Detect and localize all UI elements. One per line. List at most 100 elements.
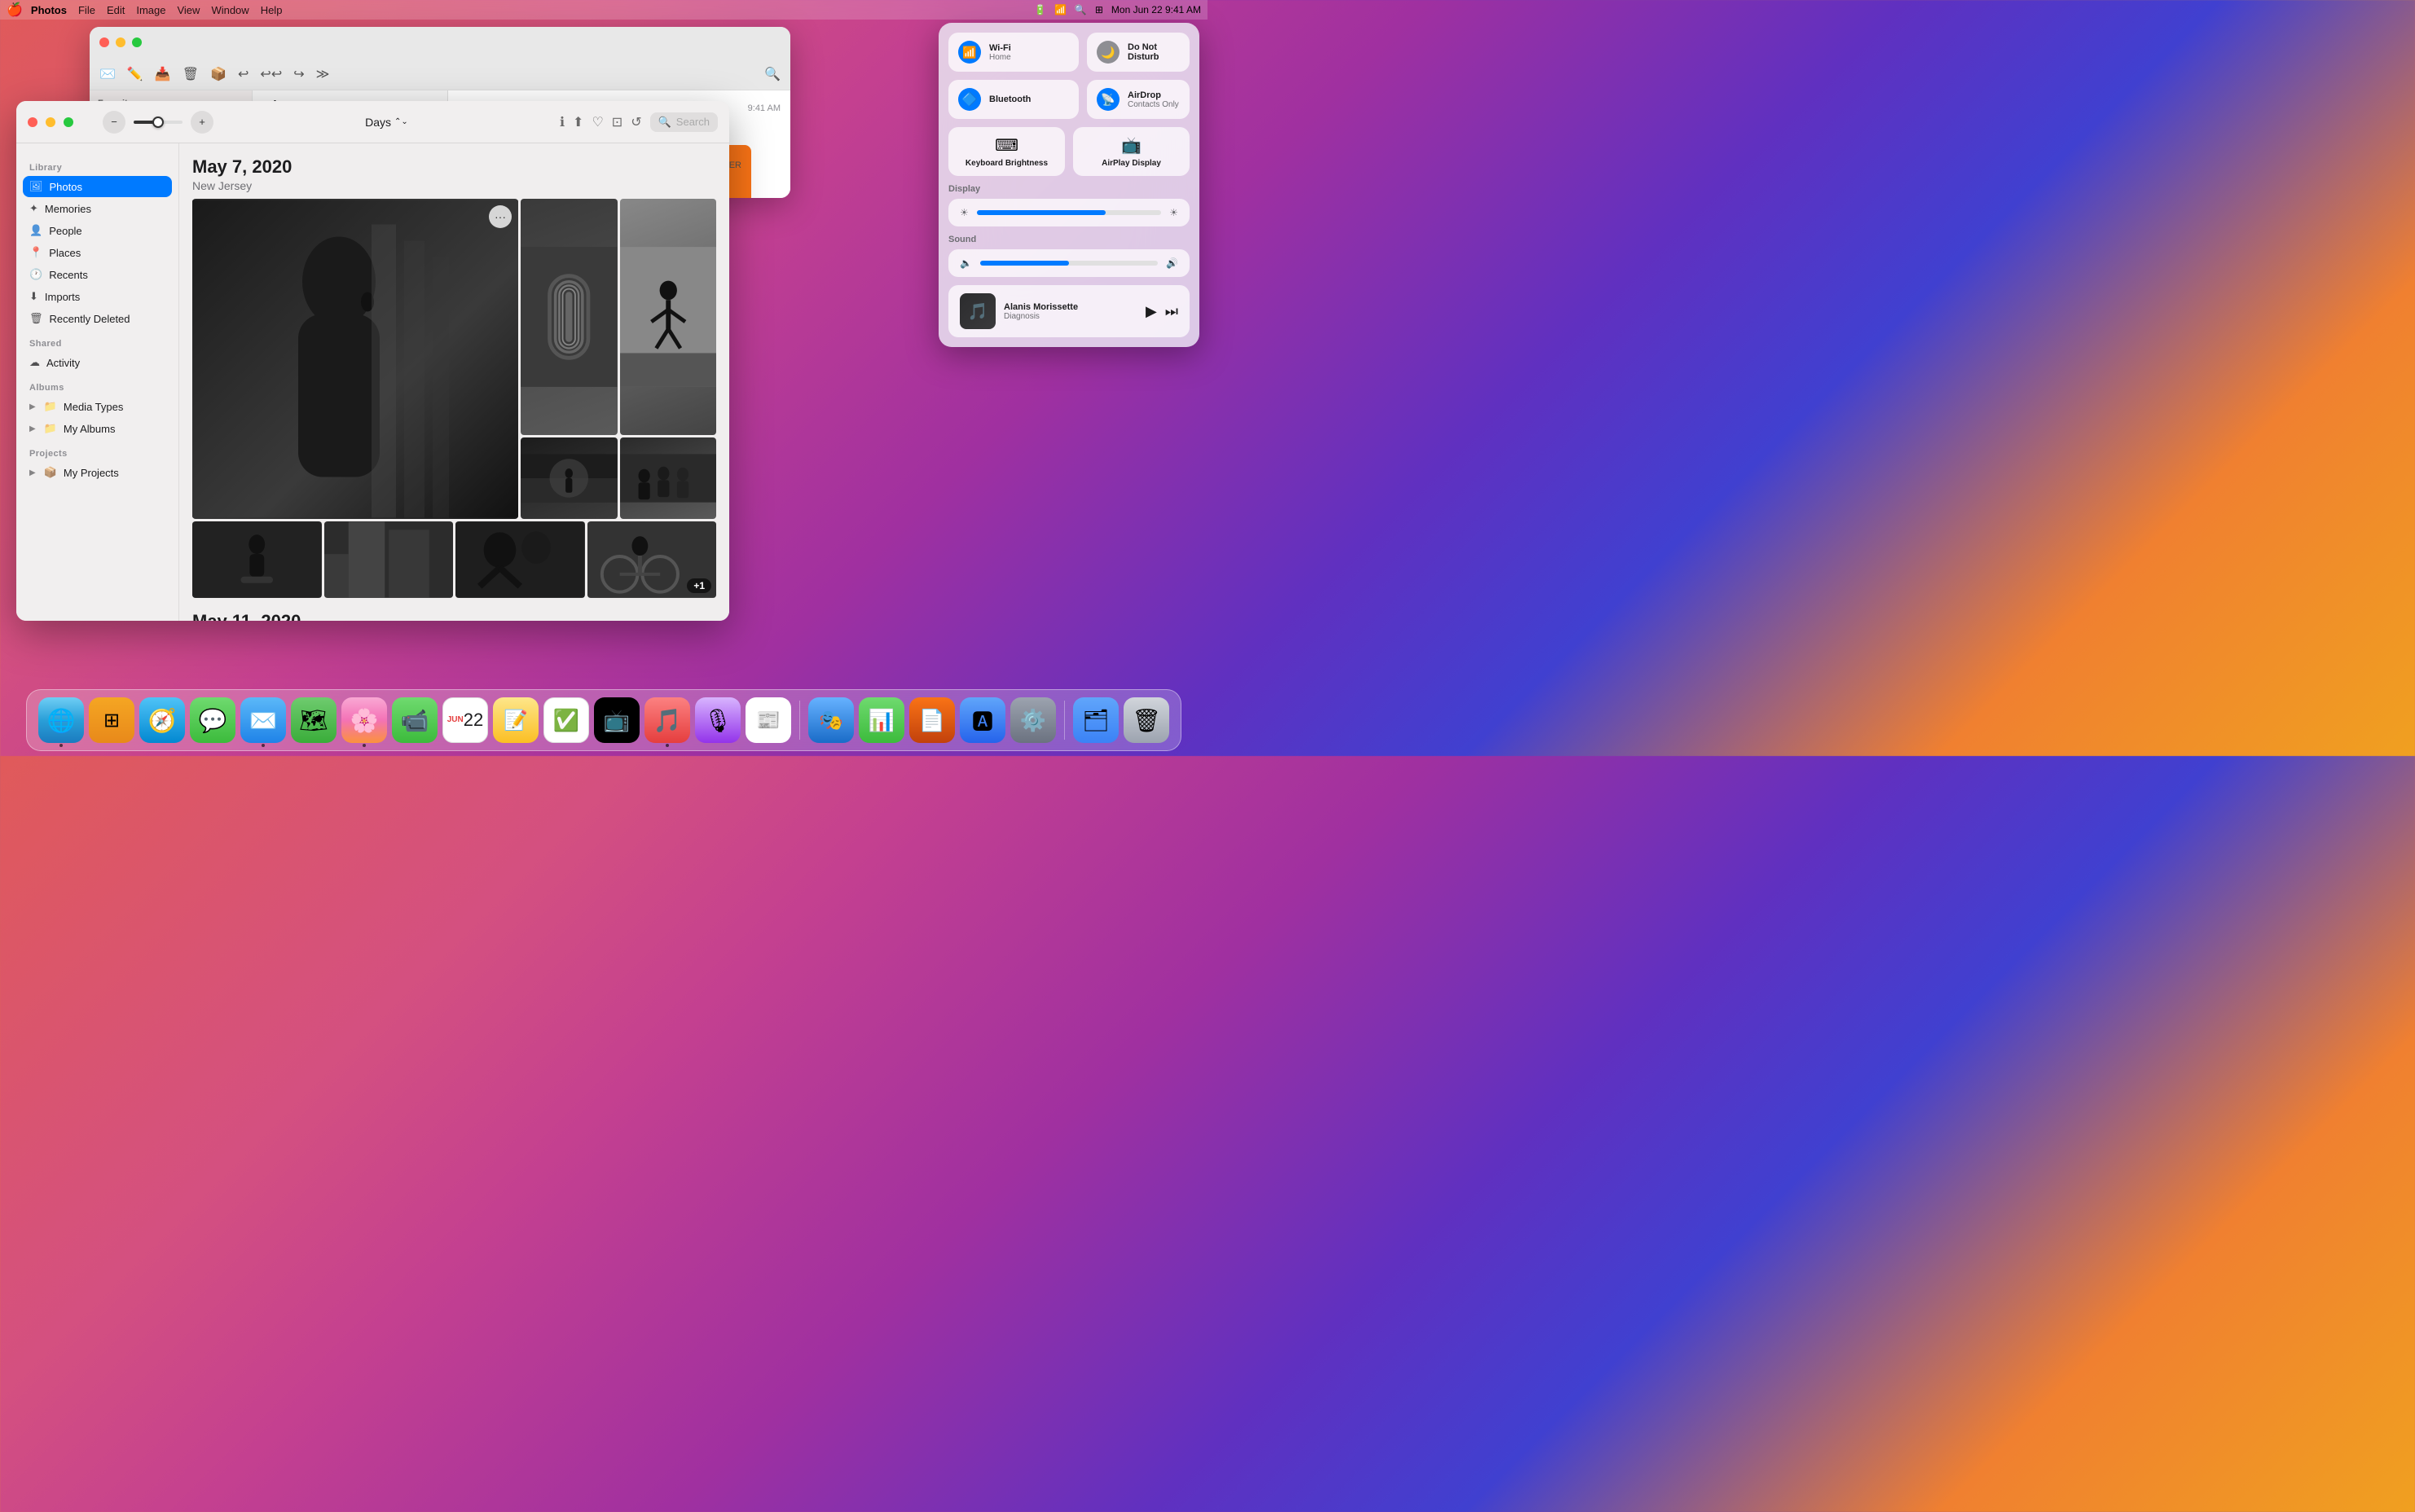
photo-thumb[interactable]	[455, 521, 585, 598]
apple-menu[interactable]: 🍎	[7, 2, 23, 18]
share-icon[interactable]: ⬆	[573, 114, 583, 130]
menu-view[interactable]: View	[177, 4, 200, 16]
mail-replyall-icon[interactable]: ↩↩	[260, 66, 282, 82]
dock-icon-files[interactable]: 🗂	[1073, 697, 1119, 743]
mail-move-icon[interactable]: 📦	[210, 66, 227, 82]
photos-minimize-button[interactable]	[46, 117, 55, 127]
dock-icon-messages[interactable]: 💬	[190, 697, 235, 743]
delete-icon[interactable]: ⊡	[612, 114, 622, 130]
menu-file[interactable]: File	[78, 4, 95, 16]
cc-dnd-tile[interactable]: 🌙 Do Not Disturb	[1087, 33, 1190, 72]
dock-icon-mail[interactable]: ✉️	[240, 697, 286, 743]
dock-icon-facetime[interactable]: 📹	[392, 697, 438, 743]
rotate-icon[interactable]: ↺	[631, 114, 641, 130]
dock-icon-reminders[interactable]: ✅	[543, 697, 589, 743]
close-button[interactable]	[99, 37, 109, 47]
menu-image[interactable]: Image	[136, 4, 165, 16]
skip-forward-button[interactable]: ⏭	[1165, 303, 1178, 320]
sidebar-item-my-projects[interactable]: ▶ 📦 My Projects	[23, 462, 172, 483]
zoom-in-button[interactable]: +	[191, 111, 213, 134]
cc-bluetooth-tile[interactable]: 🔷 Bluetooth	[948, 80, 1079, 119]
search-icon[interactable]: 🔍	[1075, 4, 1087, 15]
cc-airdrop-tile[interactable]: 📡 AirDrop Contacts Only	[1087, 80, 1190, 119]
photo-thumb[interactable]	[192, 521, 322, 598]
mail-forward-icon[interactable]: ↪	[293, 66, 304, 82]
minimize-button[interactable]	[116, 37, 125, 47]
favorite-icon[interactable]: ♡	[592, 114, 603, 130]
photos-close-button[interactable]	[28, 117, 37, 127]
sidebar-imports-label: Imports	[45, 291, 80, 303]
photo-thumb[interactable]	[324, 521, 454, 598]
sidebar-item-imports[interactable]: ⬇ Imports	[23, 286, 172, 307]
sidebar-item-activity[interactable]: ☁ Activity	[23, 352, 172, 373]
zoom-slider-row	[134, 121, 183, 124]
play-button[interactable]: ▶	[1146, 303, 1157, 320]
sidebar-item-recently-deleted[interactable]: 🗑 Recently Deleted	[23, 308, 172, 329]
mail-reply-icon[interactable]: ↩	[238, 66, 249, 82]
days-selector[interactable]: Days ⌃⌄	[365, 116, 408, 129]
dock-icon-launchpad[interactable]: ⊞	[89, 697, 134, 743]
brightness-slider[interactable]	[977, 210, 1161, 215]
photo-thumb[interactable]: ···	[192, 199, 518, 519]
photo-group-date-2: May 11, 2020	[192, 611, 716, 621]
dock-icon-trash[interactable]: 🗑	[1124, 697, 1169, 743]
display-slider-row: ☀ ☀	[948, 199, 1190, 226]
photo-ellipsis-btn[interactable]: ···	[489, 205, 512, 228]
sidebar-item-memories[interactable]: ✦ Memories	[23, 198, 172, 219]
search-icon: 🔍	[658, 116, 671, 129]
dock-icon-news[interactable]: 📰	[746, 697, 791, 743]
mail-search-icon[interactable]: 🔍	[764, 66, 781, 82]
sidebar-item-people[interactable]: 👤 People	[23, 220, 172, 241]
controlcenter-icon[interactable]: ⊞	[1095, 4, 1103, 15]
info-icon[interactable]: ℹ	[560, 114, 565, 130]
photo-thumb[interactable]	[521, 199, 618, 435]
sidebar-item-places[interactable]: 📍 Places	[23, 242, 172, 263]
menu-window[interactable]: Window	[211, 4, 249, 16]
dock-icon-appletv[interactable]: 📺	[594, 697, 640, 743]
dock-icon-appstore[interactable]: 🅰	[960, 697, 1005, 743]
sidebar-item-media-types[interactable]: ▶ 📁 Media Types	[23, 396, 172, 417]
dock-icon-calendar[interactable]: JUN 22	[442, 697, 488, 743]
dock-icon-system-preferences[interactable]: ⚙️	[1010, 697, 1056, 743]
music-album-art: 🎵	[960, 293, 996, 329]
dock-icon-numbers[interactable]: 📊	[859, 697, 904, 743]
volume-slider[interactable]	[980, 261, 1158, 266]
photo-thumb[interactable]: +1	[587, 521, 717, 598]
dock-icon-notes[interactable]: 📝	[493, 697, 539, 743]
app-name[interactable]: Photos	[31, 4, 67, 16]
menu-edit[interactable]: Edit	[107, 4, 125, 16]
menu-help[interactable]: Help	[261, 4, 283, 16]
dock-icon-keynote[interactable]: 🎭	[808, 697, 854, 743]
mail-delete-icon[interactable]: 🗑	[183, 66, 199, 82]
dock-icon-safari[interactable]: 🧭	[139, 697, 185, 743]
cc-wifi-tile[interactable]: 📶 Wi-Fi Home	[948, 33, 1079, 72]
fullscreen-button[interactable]	[132, 37, 142, 47]
photos-fullscreen-button[interactable]	[64, 117, 73, 127]
dock-icon-finder[interactable]: 🌐	[38, 697, 84, 743]
dock-icon-podcasts[interactable]: 🎙	[695, 697, 741, 743]
mail-archive-icon[interactable]: 📥	[155, 66, 171, 82]
zoom-slider[interactable]	[134, 121, 183, 124]
cc-airplay-tile[interactable]: 📺 AirPlay Display	[1073, 127, 1190, 176]
mail-compose-icon[interactable]: ✉️	[99, 66, 116, 82]
sidebar-item-photos[interactable]: 🖼 Photos	[23, 176, 172, 197]
airdrop-label: AirDrop	[1128, 90, 1179, 100]
dock-icon-photos[interactable]: 🌸	[341, 697, 387, 743]
photo-thumb[interactable]	[620, 199, 717, 435]
photo-thumb[interactable]	[521, 437, 618, 519]
sidebar-item-recents[interactable]: 🕐 Recents	[23, 264, 172, 285]
cc-keyboard-tile[interactable]: ⌨ Keyboard Brightness	[948, 127, 1065, 176]
wifi-icon[interactable]: 📶	[1054, 4, 1067, 15]
dock-icon-music[interactable]: 🎵	[644, 697, 690, 743]
battery-icon[interactable]: 🔋	[1034, 4, 1046, 15]
sidebar-item-my-albums[interactable]: ▶ 📁 My Albums	[23, 418, 172, 439]
sidebar-memories-label: Memories	[45, 203, 91, 215]
photo-thumb[interactable]	[620, 437, 717, 519]
mail-new-icon[interactable]: ✏️	[127, 66, 143, 82]
mail-more-icon[interactable]: ≫	[316, 66, 330, 82]
zoom-out-button[interactable]: −	[103, 111, 125, 134]
dock-icon-maps[interactable]: 🗺	[291, 697, 337, 743]
search-bar[interactable]: 🔍 Search	[650, 112, 718, 132]
photo-group-header-2: May 11, 2020 New York	[192, 611, 716, 621]
dock-icon-pages[interactable]: 📄	[909, 697, 955, 743]
